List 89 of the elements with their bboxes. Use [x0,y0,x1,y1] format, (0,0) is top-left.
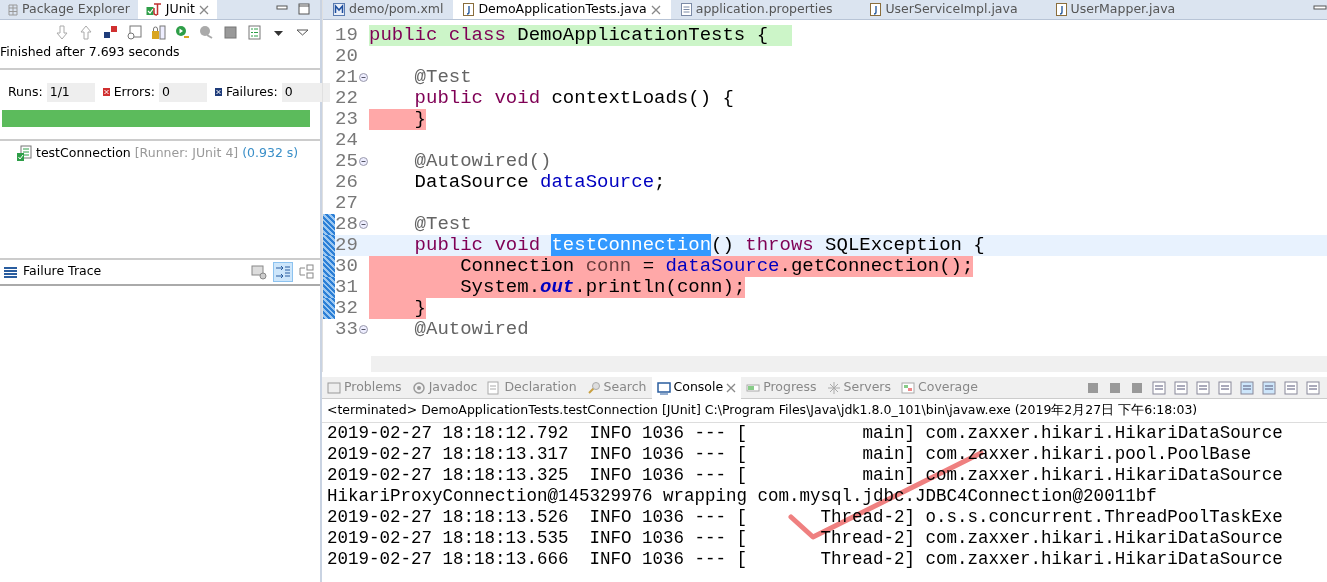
view-tab[interactable]: Servers [821,376,896,399]
code-line: DataSource dataSource; [413,172,666,193]
editor-tab[interactable]: DemoApplicationTests.java [453,0,671,19]
rerun-icon[interactable] [175,25,190,40]
line-number: 31 [335,277,359,298]
line-number: 28 [335,214,369,235]
code-line: @Autowired() [413,151,552,172]
code-line: @Test [413,67,472,88]
counter-value: 0 [281,82,330,102]
counter-value: 0 [158,82,207,102]
view-tab[interactable]: Declaration [482,376,582,399]
console-line: 2019-02-27 18:18:13.535 INFO 1036 --- [ Thread-2] com.zaxxer.hikari.HikariDataSource [327,527,1284,549]
line-number: 21 [335,67,369,88]
view-tab[interactable]: Coverage [896,376,983,399]
console-line: HikariProxyConnection@145329976 wrapping com.mysql.jdbc.JDBC4Connection@20011bf [327,485,1158,507]
line-number: 22 [335,88,359,109]
editor-tab[interactable]: application.properties [670,0,843,19]
code-line: @Test [413,214,472,235]
console-line: 2019-02-27 18:18:12.792 INFO 1036 --- [ main] com.zaxxer.hikari.HikariDataSource [327,422,1284,444]
filter-stack-icon[interactable] [273,261,293,282]
java-file-icon [1055,3,1067,16]
collapse-icon[interactable] [359,220,368,229]
problems-icon [327,380,341,395]
view-tab[interactable]: Progress [741,376,822,399]
failure-icon [214,88,222,97]
close-icon[interactable] [199,4,209,15]
java-file-icon [870,3,882,16]
code-line: public void testConnection() throws SQLException { [413,235,985,256]
search-icon [586,380,601,395]
editor-tab[interactable]: UserServiceImpl.java [860,0,1028,19]
view-tab[interactable]: Console [651,376,742,399]
console-icon [656,380,671,395]
view-tab[interactable]: Package Explorer [0,0,138,19]
view-tab[interactable]: Problems [322,376,407,399]
line-number: 27 [335,193,359,214]
close-icon[interactable] [650,4,661,15]
collapse-icon[interactable] [359,157,368,166]
line-number: 32 [335,298,359,319]
line-number: 33 [335,319,369,340]
counter-label: Runs: [8,82,43,101]
junit-icon [145,3,162,16]
status-message: Finished after 7.693 seconds [0,43,320,70]
line-number: 29 [335,235,359,256]
arrow-down-icon[interactable] [55,25,70,40]
counter-label: Failures: [225,82,278,101]
process-label: <terminated> DemoApplicationTests.testConnection [JUnit] C:\Program Files\Java\jdk1.8.0_101\bin\javaw.exe (2019年2月27日 下午6:18:03) [322,399,1327,423]
editor-tab[interactable]: UserMapper.java [1045,0,1186,19]
view-tab[interactable]: JUnit [137,0,217,19]
maven-file-icon [333,3,345,16]
package-icon [8,3,18,16]
coverage-icon [901,380,915,395]
line-number: 23 [335,109,359,130]
line-number: 24 [335,130,359,151]
stack-trace-icon [4,265,17,278]
arrow-up-icon[interactable] [79,25,94,40]
text-file-icon [680,3,692,16]
layout-icon[interactable] [299,264,314,279]
console-line: 2019-02-27 18:18:13.317 INFO 1036 --- [ main] com.zaxxer.hikari.pool.PoolBase [327,443,1253,465]
test-history-icon[interactable] [247,25,262,40]
line-number: 26 [335,172,359,193]
console-line: 2019-02-27 18:18:13.526 INFO 1036 --- [ Thread-2] o.s.s.concurrent.ThreadPoolTaskExe [327,506,1284,528]
code-line: public void contextLoads() { [413,88,734,109]
editor-tab[interactable]: demo/pom.xml [323,0,454,19]
view-tab[interactable]: Search [581,376,652,399]
test-passed-icon [17,144,32,161]
java-file-icon [463,3,475,16]
line-number: 25 [335,151,369,172]
collapse-icon[interactable] [359,73,368,82]
document-icon [487,380,502,395]
panel-title: Failure Trace [23,262,103,281]
view-tab[interactable]: Javadoc [406,376,483,399]
error-icon [102,88,110,97]
ring-icon [411,380,426,395]
lock-icon[interactable] [151,25,166,40]
console-line: 2019-02-27 18:18:13.325 INFO 1036 --- [ main] com.zaxxer.hikari.HikariDataSource [327,464,1284,486]
counter-value: 1/1 [46,82,95,102]
failures-filter-icon[interactable] [103,25,118,40]
line-number: 30 [335,256,359,277]
test-item[interactable]: testConnection [Runner: JUnit 4] (0.932 s) [17,143,320,163]
line-number: 20 [335,46,359,67]
code-line: @Autowired [413,319,529,340]
compare-icon[interactable] [251,263,267,280]
counter-label: Errors: [113,82,155,101]
collapse-icon[interactable] [359,325,368,334]
line-number: 19 [335,25,359,46]
servers-icon [826,380,841,395]
close-icon[interactable] [726,382,737,393]
stop-icon[interactable] [223,25,238,40]
console-line: 2019-02-27 18:18:13.666 INFO 1036 --- [ Thread-2] com.zaxxer.hikari.HikariDataSource [327,548,1284,570]
